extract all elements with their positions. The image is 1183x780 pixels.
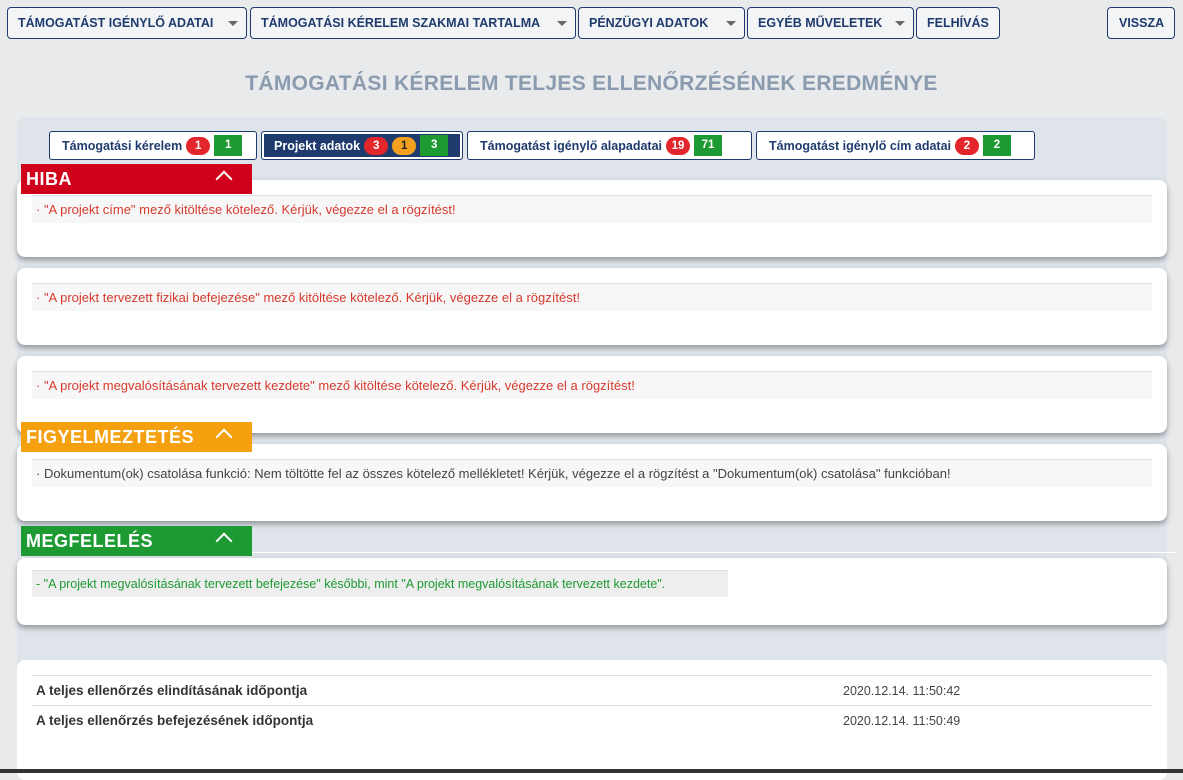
nav-item-label: TÁMOGATÁST IGÉNYLŐ ADATAI — [18, 16, 214, 30]
compliance-section-header[interactable]: MEGFELELÉS — [21, 526, 252, 556]
ok-count-badge: 2 — [983, 135, 1011, 156]
tab-application[interactable]: Támogatási kérelem 1 1 — [49, 131, 257, 160]
compliance-card: - "A projekt megvalósításának tervezett … — [17, 558, 1167, 625]
bottom-edge — [0, 769, 1183, 773]
caret-down-icon — [228, 21, 238, 26]
warning-card: · Dokumentum(ok) csatolása funkció: Nem … — [17, 444, 1167, 521]
start-time-row: A teljes ellenőrzés elindításának időpon… — [32, 675, 1152, 706]
nav-item-label: EGYÉB MŰVELETEK — [758, 16, 883, 30]
tab-label: Támogatást igénylő alapadatai — [480, 138, 662, 153]
error-message: · "A projekt megvalósításának tervezett … — [32, 371, 1152, 399]
start-time-value: 2020.12.14. 11:50:42 — [843, 684, 961, 698]
chevron-up-icon[interactable] — [215, 428, 233, 446]
caret-down-icon — [895, 21, 905, 26]
section-title: FIGYELMEZTETÉS — [26, 426, 195, 447]
nav-item-label: TÁMOGATÁSI KÉRELEM SZAKMAI TARTALMA — [261, 16, 541, 30]
section-title: HIBA — [26, 168, 72, 189]
back-button[interactable]: VISSZA — [1107, 7, 1175, 39]
page-title: TÁMOGATÁSI KÉRELEM TELJES ELLENŐRZÉSÉNEK… — [245, 72, 938, 95]
start-time-label: A teljes ellenőrzés elindításának időpon… — [36, 683, 308, 698]
nav-item-label: FELHÍVÁS — [927, 16, 989, 30]
end-time-row: A teljes ellenőrzés befejezésének időpon… — [32, 705, 1152, 736]
top-navigation: TÁMOGATÁST IGÉNYLŐ ADATAI TÁMOGATÁSI KÉR… — [0, 0, 1183, 48]
ok-count-badge: 1 — [214, 135, 243, 156]
error-section-header[interactable]: HIBA — [21, 164, 252, 194]
error-count-badge: 1 — [186, 136, 211, 155]
caret-down-icon — [726, 21, 736, 26]
tab-project-data[interactable]: Projekt adatok 3 1 3 — [261, 131, 463, 160]
error-count-badge: 2 — [955, 136, 979, 155]
back-button-label: VISSZA — [1119, 16, 1165, 30]
nav-application-content[interactable]: TÁMOGATÁSI KÉRELEM SZAKMAI TARTALMA — [250, 7, 576, 39]
tab-applicant-address-data[interactable]: Támogatást igénylő cím adatai 2 2 — [756, 131, 1035, 160]
chevron-up-icon[interactable] — [215, 532, 233, 550]
error-message: · "A projekt címe" mező kitöltése kötele… — [32, 195, 1152, 223]
nav-call[interactable]: FELHÍVÁS — [916, 7, 1000, 39]
warning-section-header[interactable]: FIGYELMEZTETÉS — [21, 422, 252, 452]
nav-item-label: PÉNZÜGYI ADATOK — [589, 16, 709, 30]
end-time-label: A teljes ellenőrzés befejezésének időpon… — [36, 713, 314, 728]
tab-label: Projekt adatok — [274, 138, 361, 153]
compliance-message: - "A projekt megvalósításának tervezett … — [32, 570, 728, 597]
caret-down-icon — [557, 21, 567, 26]
error-card: · "A projekt tervezett fizikai befejezés… — [17, 268, 1167, 345]
nav-applicant-data[interactable]: TÁMOGATÁST IGÉNYLŐ ADATAI — [7, 7, 247, 39]
ok-count-badge: 3 — [420, 135, 449, 156]
tab-label: Támogatási kérelem — [62, 138, 183, 153]
tab-label: Támogatást igénylő cím adatai — [769, 138, 951, 153]
warning-count-badge: 1 — [392, 136, 417, 155]
warning-message: · Dokumentum(ok) csatolása funkció: Nem … — [32, 459, 1152, 487]
error-count-badge: 19 — [666, 136, 690, 155]
ok-count-badge: 71 — [694, 135, 722, 156]
error-count-badge: 3 — [364, 136, 389, 155]
nav-financial-data[interactable]: PÉNZÜGYI ADATOK — [578, 7, 745, 39]
tab-applicant-basic-data[interactable]: Támogatást igénylő alapadatai 19 71 — [467, 131, 752, 160]
section-title: MEGFELELÉS — [26, 530, 154, 551]
chevron-up-icon[interactable] — [215, 170, 233, 188]
section-divider — [252, 552, 1177, 553]
error-message: · "A projekt tervezett fizikai befejezés… — [32, 283, 1152, 311]
check-times-card: A teljes ellenőrzés elindításának időpon… — [17, 660, 1167, 780]
nav-other-operations[interactable]: EGYÉB MŰVELETEK — [747, 7, 914, 39]
end-time-value: 2020.12.14. 11:50:49 — [843, 714, 961, 728]
